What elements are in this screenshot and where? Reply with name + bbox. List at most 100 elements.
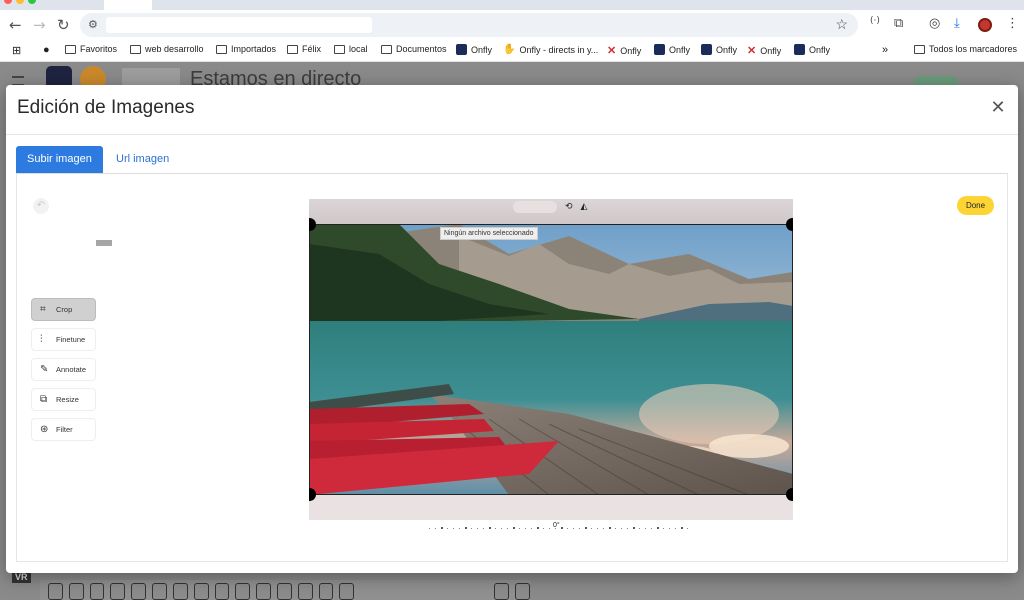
bookmark-onfly-4[interactable]: Onfly bbox=[701, 44, 737, 55]
close-window-dot[interactable] bbox=[4, 0, 12, 4]
chart-icon bbox=[297, 582, 313, 600]
browser-toolbar: ← → ↻ ⚙ ☆ (·) ⧉ ◎ ⤓ ⋮ bbox=[0, 10, 1024, 40]
bookmark-felix[interactable]: Félix bbox=[287, 44, 321, 54]
ruler-tick bbox=[651, 528, 652, 529]
ruler-tick bbox=[519, 528, 520, 529]
image-stage[interactable]: ⟲ ◭ Ningún archivo seleccionado bbox=[309, 199, 793, 520]
bookmark-star-icon[interactable]: ☆ bbox=[835, 16, 848, 33]
profile-avatar[interactable] bbox=[978, 18, 992, 32]
photo-overflow-bottom bbox=[309, 495, 793, 520]
ruler-tick bbox=[615, 528, 616, 529]
pencil-icon: ✎ bbox=[40, 363, 49, 375]
minimize-window-dot[interactable] bbox=[16, 0, 24, 4]
ruler-tick bbox=[639, 528, 640, 529]
file-tooltip: Ningún archivo seleccionado bbox=[440, 227, 538, 240]
tool-finetune[interactable]: ⫶ Finetune bbox=[31, 328, 96, 351]
performance-icon[interactable]: ◎ bbox=[929, 16, 940, 31]
ruler-tick bbox=[591, 528, 592, 529]
folder-icon bbox=[334, 44, 345, 54]
globe-icon[interactable]: ● bbox=[43, 44, 50, 56]
bookmark-local[interactable]: local bbox=[334, 44, 368, 54]
tool-resize[interactable]: ⧉ Resize bbox=[31, 388, 96, 411]
tab-upload-image[interactable]: Subir imagen bbox=[16, 146, 103, 173]
maximize-window-dot[interactable] bbox=[28, 0, 36, 4]
bookmark-onfly-1[interactable]: Onfly bbox=[456, 44, 492, 55]
tab-url-image[interactable]: Url imagen bbox=[105, 146, 180, 173]
download-icon[interactable]: ⤓ bbox=[954, 16, 960, 31]
ruler-tick bbox=[579, 528, 580, 529]
x-icon: ✕ bbox=[607, 45, 617, 57]
forward-icon[interactable]: → bbox=[33, 16, 46, 34]
timer-icon bbox=[68, 582, 84, 600]
folder-icon bbox=[287, 44, 298, 54]
bookmarks-overflow-button[interactable]: » bbox=[882, 44, 888, 56]
bookmark-onfly-2[interactable]: ✕ Onfly bbox=[607, 44, 641, 57]
puzzle-extensions-icon[interactable]: ⧉ bbox=[894, 16, 903, 31]
url-text[interactable] bbox=[106, 17, 372, 33]
ruler-tick bbox=[471, 528, 472, 529]
crop-frame[interactable] bbox=[309, 224, 793, 495]
address-bar[interactable]: ⚙ ☆ bbox=[80, 13, 858, 37]
background-social-icons bbox=[40, 580, 530, 600]
ruler-tick bbox=[687, 528, 688, 529]
shield-icon bbox=[318, 582, 334, 600]
bookmark-favoritos[interactable]: Favoritos bbox=[65, 44, 117, 54]
ruler-tick bbox=[495, 528, 496, 529]
tiktok-icon bbox=[193, 582, 209, 600]
folder-icon bbox=[216, 44, 227, 54]
facebook-icon bbox=[152, 582, 167, 600]
apps-grid-icon[interactable]: ⊞ bbox=[12, 44, 21, 57]
layout-icon-2 bbox=[256, 582, 271, 600]
active-browser-tab[interactable] bbox=[104, 0, 152, 10]
rotate-toggle[interactable] bbox=[513, 201, 557, 213]
ruler-tick bbox=[645, 528, 646, 529]
ruler-tick bbox=[621, 528, 622, 529]
folder-icon bbox=[914, 44, 925, 54]
ruler-tick bbox=[531, 528, 532, 529]
bookmark-onfly-directs[interactable]: ✋ Onfly - directs in y... bbox=[503, 44, 598, 55]
rotation-ruler[interactable]: 0° bbox=[429, 522, 689, 534]
tool-filter[interactable]: ⊛ Filter bbox=[31, 418, 96, 441]
tool-crop[interactable]: ⌗ Crop bbox=[31, 298, 96, 321]
back-icon[interactable]: ← bbox=[9, 16, 22, 34]
ruler-tick bbox=[603, 528, 604, 529]
filter-icon: ⊛ bbox=[40, 423, 49, 435]
undo-icon[interactable]: ↶ bbox=[33, 198, 49, 214]
rotate-icon[interactable]: ⟲ bbox=[565, 202, 573, 212]
flag-icon bbox=[515, 582, 530, 600]
image-icon bbox=[214, 582, 230, 600]
ruler-tick bbox=[525, 528, 526, 529]
image-editor: ↶ Done ⌗ Crop ⫶ Finetune ✎ Annotate ⧉ Re… bbox=[16, 174, 1008, 562]
ruler-tick bbox=[429, 528, 430, 529]
ruler-tick bbox=[663, 528, 664, 529]
bookmark-onfly-5[interactable]: ✕ Onfly bbox=[747, 44, 781, 57]
folder-icon bbox=[65, 44, 76, 54]
ruler-tick bbox=[609, 527, 611, 529]
extension-icon[interactable]: (·) bbox=[870, 16, 880, 26]
bookmark-importados[interactable]: Importados bbox=[216, 44, 276, 54]
ruler-tick bbox=[633, 527, 635, 529]
bookmark-all-bookmarks[interactable]: Todos los marcadores bbox=[914, 44, 1017, 54]
bookmark-web-desarrollo[interactable]: web desarrollo bbox=[130, 44, 204, 54]
bookmark-onfly-3[interactable]: Onfly bbox=[654, 44, 690, 55]
paragraph-icon bbox=[110, 582, 126, 600]
x-twitter-icon bbox=[131, 582, 147, 600]
tool-annotate[interactable]: ✎ Annotate bbox=[31, 358, 96, 381]
site-info-icon[interactable]: ⚙ bbox=[88, 18, 98, 31]
reload-icon[interactable]: ↻ bbox=[57, 16, 70, 34]
ruler-tick bbox=[567, 528, 568, 529]
bookmark-documentos[interactable]: Documentos bbox=[381, 44, 447, 54]
flip-icon[interactable]: ◭ bbox=[581, 202, 588, 212]
crop-handle-bottom-right[interactable] bbox=[786, 488, 793, 501]
folder-icon bbox=[130, 44, 141, 54]
resize-icon: ⧉ bbox=[40, 393, 48, 405]
close-icon[interactable]: ✕ bbox=[988, 98, 1008, 118]
menu-kebab-icon[interactable]: ⋮ bbox=[1006, 16, 1019, 31]
bookmark-onfly-6[interactable]: Onfly bbox=[794, 44, 830, 55]
instagram-icon bbox=[172, 582, 188, 600]
crop-handle-top-right[interactable] bbox=[786, 218, 793, 231]
done-button[interactable]: Done bbox=[957, 196, 994, 215]
ruler-tick bbox=[543, 528, 544, 529]
hand-icon: ✋ bbox=[503, 44, 516, 55]
rotation-value: 0° bbox=[553, 522, 560, 529]
